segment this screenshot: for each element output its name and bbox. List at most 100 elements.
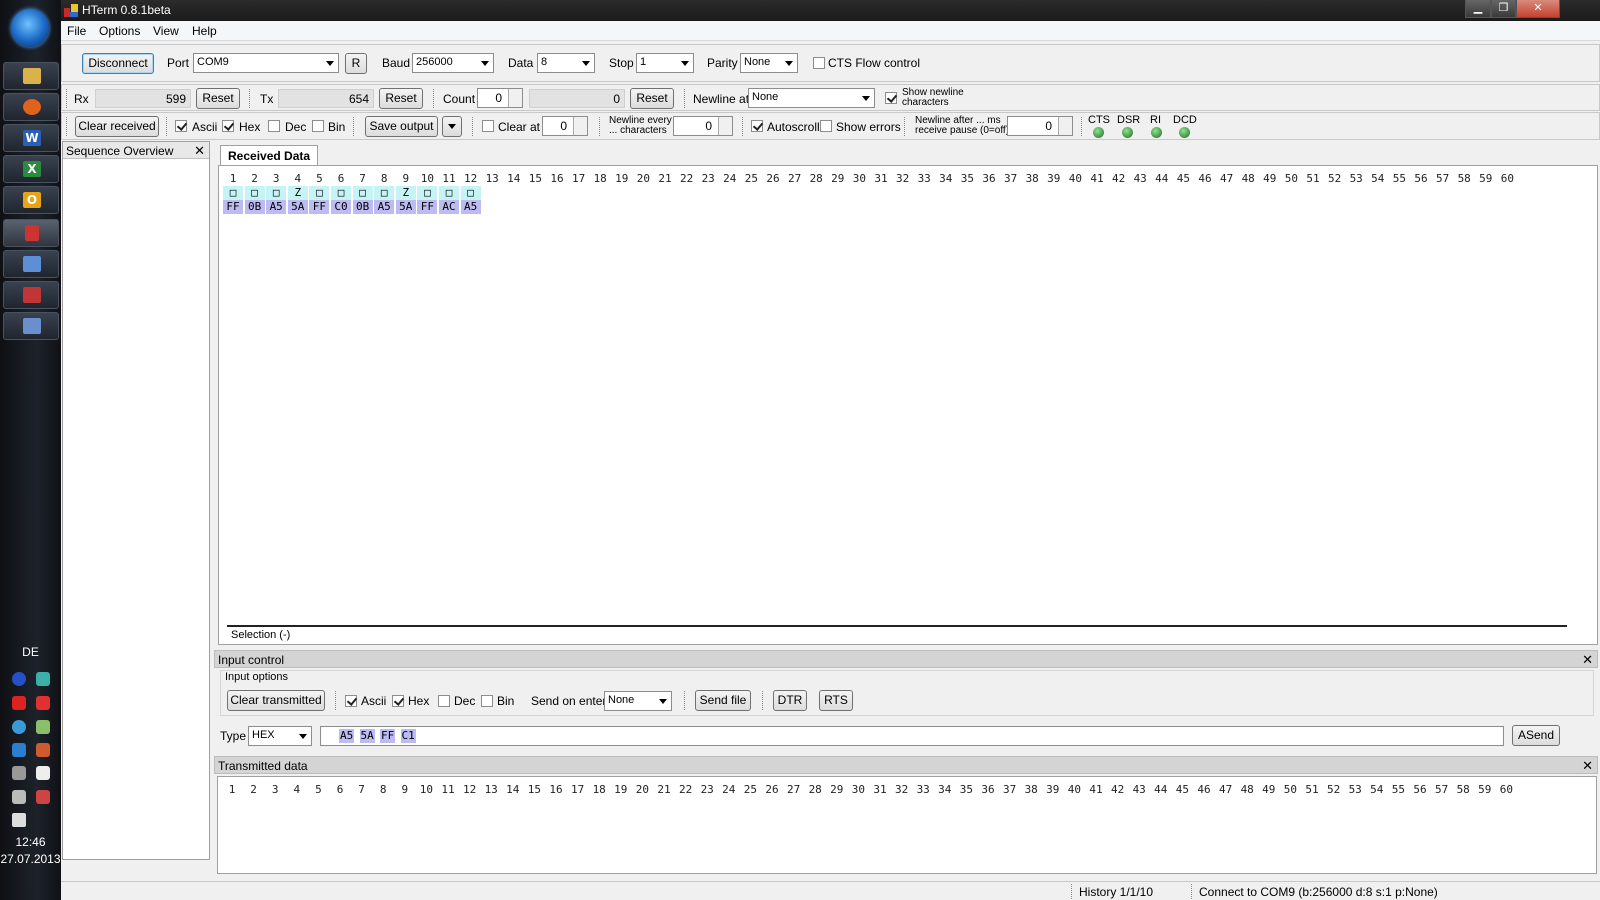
cts-flow-checkbox[interactable]	[813, 57, 825, 69]
bluetooth-icon[interactable]	[12, 672, 26, 686]
show-dec-checkbox[interactable]	[268, 120, 280, 132]
clear-transmitted-button[interactable]: Clear transmitted	[227, 690, 325, 711]
selection-info: Selection (-)	[231, 629, 291, 641]
tab-received-data[interactable]: Received Data	[220, 145, 319, 165]
port-select[interactable]: COM9	[193, 53, 339, 73]
firefox-taskbar-button[interactable]	[3, 93, 59, 121]
input-bin-checkbox[interactable]	[481, 695, 493, 707]
chevron-down-icon	[481, 61, 489, 66]
autoscroll-checkbox[interactable]	[751, 120, 763, 132]
outlook-taskbar-button[interactable]: O	[3, 186, 59, 214]
maximize-button[interactable]: ❐	[1491, 0, 1516, 18]
input-type-select[interactable]: HEX	[248, 726, 312, 746]
show-newline-checkbox[interactable]	[885, 92, 897, 104]
clear-at-checkbox[interactable]	[482, 120, 494, 132]
column-number: 3	[272, 172, 280, 185]
newline-at-select[interactable]: None	[748, 88, 875, 108]
excel-taskbar-button[interactable]: X	[3, 155, 59, 183]
spin-up-icon[interactable]	[1058, 117, 1072, 126]
explorer-taskbar-button[interactable]	[3, 62, 59, 90]
input-dec-checkbox[interactable]	[438, 695, 450, 707]
data-bits-select[interactable]: 8	[537, 53, 595, 73]
input-ascii-checkbox[interactable]	[345, 695, 357, 707]
menu-bar: File Options View Help	[61, 21, 1600, 41]
tool-icon[interactable]	[12, 743, 26, 757]
clear-received-button[interactable]: Clear received	[75, 116, 159, 137]
close-icon[interactable]: ✕	[1582, 652, 1593, 668]
spin-up-icon[interactable]	[508, 89, 522, 98]
spin-down-icon[interactable]	[718, 126, 732, 135]
volume-icon[interactable]	[12, 813, 26, 827]
share-icon[interactable]	[36, 743, 50, 757]
send-on-enter-value: None	[608, 694, 635, 706]
usb-icon[interactable]	[12, 766, 26, 780]
outlook-icon: O	[23, 192, 41, 208]
menu-view[interactable]: View	[153, 24, 179, 38]
language-indicator[interactable]: DE	[0, 645, 61, 659]
start-button[interactable]	[11, 9, 49, 47]
power-icon[interactable]	[36, 790, 50, 804]
stop-bits-select[interactable]: 1	[636, 53, 694, 73]
save-output-button[interactable]: Save output	[365, 116, 438, 137]
show-errors-checkbox[interactable]	[820, 120, 832, 132]
remote-desktop-taskbar-button[interactable]	[3, 250, 59, 278]
close-button[interactable]: ✕	[1516, 0, 1560, 18]
column-number: 39	[1046, 783, 1060, 796]
spin-down-icon[interactable]	[573, 126, 587, 135]
rx-reset-button[interactable]: Reset	[196, 88, 240, 109]
sync-icon[interactable]	[12, 720, 26, 734]
newline-every-spinner[interactable]: 0	[673, 116, 733, 136]
show-ascii-checkbox[interactable]	[175, 120, 187, 132]
column-number: 22	[679, 172, 694, 185]
send-on-enter-select[interactable]: None	[604, 691, 672, 711]
clear-at-spinner[interactable]: 0	[542, 116, 588, 136]
send-input-field[interactable]: A5 5A FF C1	[320, 726, 1504, 746]
clipboard-icon[interactable]	[12, 790, 26, 804]
rts-button[interactable]: RTS	[819, 690, 853, 711]
show-bin-checkbox[interactable]	[312, 120, 324, 132]
count-spinner[interactable]: 0	[477, 88, 523, 108]
close-icon[interactable]: ✕	[1582, 758, 1593, 774]
parity-select[interactable]: None	[740, 53, 798, 73]
clock-date[interactable]: 27.07.2013	[0, 852, 61, 866]
send-file-button[interactable]: Send file	[695, 690, 751, 711]
menu-options[interactable]: Options	[99, 24, 140, 38]
refresh-ports-button[interactable]: R	[345, 53, 367, 74]
dtr-button[interactable]: DTR	[773, 690, 807, 711]
clock-time[interactable]: 12:46	[0, 835, 61, 849]
transmitted-data-view[interactable]: 1 2 3 4 5 6 7 8 9 10 11 12 13 14 15 16 17 18 19 20 21 22 23 24 2…	[217, 776, 1597, 874]
antivirus-icon[interactable]	[12, 696, 26, 710]
close-icon[interactable]: ✕	[194, 143, 205, 159]
menu-help[interactable]: Help	[192, 24, 217, 38]
show-hex-checkbox[interactable]	[222, 120, 234, 132]
asend-button[interactable]: ASend	[1512, 725, 1560, 746]
input-hex-checkbox[interactable]	[392, 695, 404, 707]
tx-reset-button[interactable]: Reset	[379, 88, 423, 109]
word-taskbar-button[interactable]: W	[3, 124, 59, 152]
count-reset-button[interactable]: Reset	[630, 88, 674, 109]
spin-up-icon[interactable]	[573, 117, 587, 126]
flag-icon[interactable]	[36, 766, 50, 780]
newline-after-spinner[interactable]: 0	[1007, 116, 1073, 136]
column-number: 19	[614, 783, 628, 796]
column-number: 8	[380, 172, 388, 185]
network-taskbar-button[interactable]	[3, 312, 59, 340]
disconnect-button[interactable]: Disconnect	[82, 53, 154, 74]
spin-up-icon[interactable]	[718, 117, 732, 126]
title-bar[interactable]: HTerm 0.8.1beta ▁ ❐ ✕	[61, 0, 1600, 21]
save-output-menu-button[interactable]	[442, 116, 462, 137]
received-data-view[interactable]: 1 2 3 4 5 6 7 8 9 10 11 12 13 14 15 16 17 18 19 20 21 22 23 24 2…	[218, 165, 1598, 645]
acrobat-icon[interactable]	[36, 696, 50, 710]
spin-down-icon[interactable]	[1058, 126, 1072, 135]
app-icon	[23, 287, 41, 303]
minimize-button[interactable]: ▁	[1465, 0, 1491, 18]
hterm-taskbar-button[interactable]	[3, 219, 59, 247]
menu-file[interactable]: File	[67, 24, 86, 38]
column-number: 55	[1391, 783, 1406, 796]
device-icon[interactable]	[36, 720, 50, 734]
column-number: 54	[1371, 172, 1385, 185]
baud-select[interactable]: 256000	[412, 53, 494, 73]
app-taskbar-button[interactable]	[3, 281, 59, 309]
dropbox-icon[interactable]	[36, 672, 50, 686]
spin-down-icon[interactable]	[508, 98, 522, 107]
